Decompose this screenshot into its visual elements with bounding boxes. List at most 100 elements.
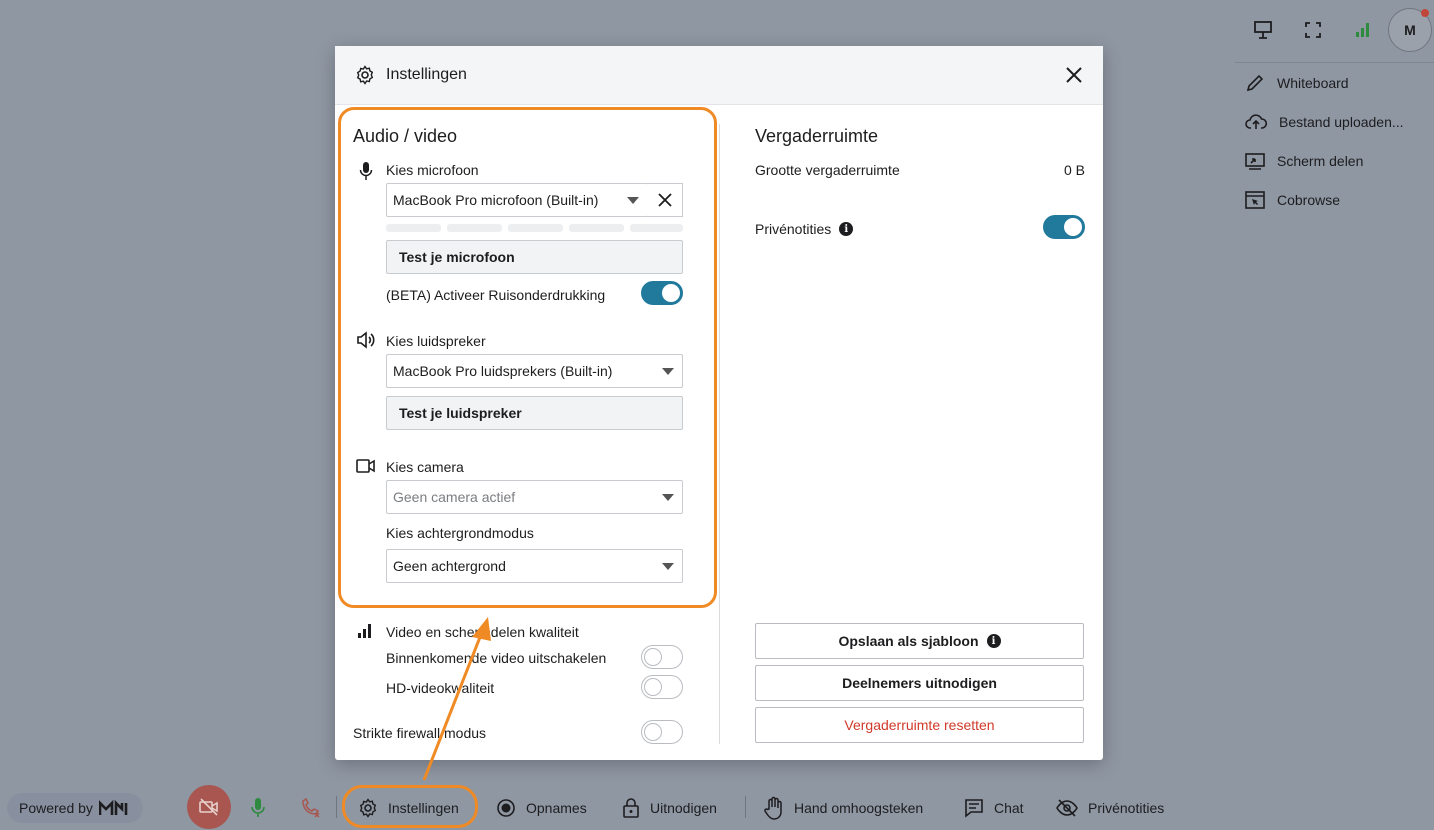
- close-icon[interactable]: [1065, 66, 1083, 84]
- noise-suppression-toggle[interactable]: [641, 281, 683, 305]
- powered-by-label: Powered by: [19, 800, 93, 816]
- side-item-whiteboard[interactable]: Whiteboard: [1235, 63, 1434, 102]
- chevron-down-icon: [627, 197, 639, 204]
- test-microphone-button[interactable]: Test je microfoon: [386, 240, 683, 274]
- mic-level-segment: [447, 224, 502, 232]
- toolbar-divider: [745, 796, 746, 818]
- private-notes-toggle[interactable]: [1043, 215, 1085, 239]
- camera-select-value: Geen camera actief: [393, 489, 516, 505]
- side-item-screen-share[interactable]: Scherm delen: [1235, 141, 1434, 180]
- notification-dot: [1421, 9, 1429, 17]
- info-icon: i: [986, 634, 1001, 648]
- incoming-video-toggle[interactable]: [641, 645, 683, 669]
- toggle-knob: [1064, 218, 1082, 236]
- fullscreen-icon: [1305, 22, 1321, 38]
- room-size-value: 0 B: [1063, 162, 1085, 178]
- test-speaker-button[interactable]: Test je luidspreker: [386, 396, 683, 430]
- firewall-toggle[interactable]: [641, 720, 683, 744]
- private-notes-button[interactable]: Privénotities: [1056, 792, 1164, 824]
- side-menu: Whiteboard Bestand uploaden... Scherm de…: [1235, 62, 1434, 219]
- side-item-upload[interactable]: Bestand uploaden...: [1235, 102, 1434, 141]
- test-microphone-label: Test je microfoon: [399, 249, 515, 265]
- camera-label: Kies camera: [386, 459, 464, 475]
- firewall-label: Strikte firewall modus: [353, 725, 487, 741]
- settings-button[interactable]: Instellingen: [358, 792, 459, 824]
- toggle-knob: [662, 284, 680, 302]
- invite-button[interactable]: Uitnodigen: [622, 792, 717, 824]
- microphone-toggle-button[interactable]: [250, 792, 276, 824]
- record-icon: [497, 799, 515, 817]
- background-mode-label: Kies achtergrondmodus: [386, 525, 534, 541]
- avatar[interactable]: M: [1388, 8, 1432, 52]
- gear-icon: [356, 65, 374, 85]
- speaker-label: Kies luidspreker: [386, 333, 486, 349]
- side-item-label: Scherm delen: [1277, 152, 1364, 169]
- hd-video-toggle[interactable]: [641, 675, 683, 699]
- speaker-icon: [357, 331, 375, 349]
- speaker-select-value: MacBook Pro luidsprekers (Built-in): [393, 363, 613, 379]
- close-icon: [657, 193, 672, 207]
- avatar-initial: M: [1404, 22, 1416, 38]
- pencil-icon: [1246, 74, 1264, 91]
- save-template-button[interactable]: Opslaan als sjabloon i: [755, 623, 1084, 659]
- fullscreen-button[interactable]: [1288, 8, 1338, 52]
- incoming-video-label: Binnenkomende video uitschakelen: [386, 650, 607, 666]
- gear-icon: [359, 798, 377, 818]
- settings-dialog: Instellingen Audio / video Kies microfoo…: [335, 46, 1103, 760]
- hd-video-label: HD-videokwaliteit: [386, 680, 495, 696]
- phone-hangup-icon: [302, 797, 320, 818]
- info-icon[interactable]: i: [839, 222, 854, 236]
- hang-up-button[interactable]: [300, 792, 332, 824]
- top-right-controls: M: [1234, 6, 1434, 54]
- toggle-knob: [644, 648, 662, 666]
- dialog-header: Instellingen: [335, 46, 1103, 105]
- microphone-icon: [359, 162, 373, 180]
- reset-room-button[interactable]: Vergaderruimte resetten: [755, 707, 1084, 743]
- raise-hand-button[interactable]: Hand omhoogsteken: [764, 792, 923, 824]
- invite-participants-button[interactable]: Deelnemers uitnodigen: [755, 665, 1084, 701]
- screen-share-icon: [1245, 152, 1265, 170]
- camera-select[interactable]: Geen camera actief: [386, 480, 683, 514]
- presentation-button[interactable]: [1238, 8, 1288, 52]
- chevron-down-icon: [662, 563, 674, 570]
- side-item-cobrowse[interactable]: Cobrowse: [1235, 180, 1434, 219]
- invite-participants-label: Deelnemers uitnodigen: [842, 675, 997, 691]
- mic-level-segment: [569, 224, 624, 232]
- dialog-title: Instellingen: [386, 66, 467, 83]
- private-notes-row: Privénotities i: [755, 221, 854, 237]
- chat-icon: [965, 799, 983, 818]
- camera-icon: [356, 459, 375, 473]
- raise-hand-label: Hand omhoogsteken: [794, 800, 924, 816]
- speaker-select[interactable]: MacBook Pro luidsprekers (Built-in): [386, 354, 683, 388]
- toggle-knob: [644, 678, 662, 696]
- powered-by-badge[interactable]: Powered by: [7, 793, 143, 823]
- chevron-down-icon: [662, 368, 674, 375]
- invite-label: Uitnodigen: [650, 800, 717, 816]
- clear-microphone-button[interactable]: [647, 183, 683, 217]
- side-item-label: Bestand uploaden...: [1279, 113, 1404, 130]
- camera-toggle-button[interactable]: [187, 785, 231, 829]
- hand-icon: [764, 796, 782, 820]
- reset-room-label: Vergaderruimte resetten: [844, 717, 995, 733]
- toggle-knob: [644, 723, 662, 741]
- test-speaker-label: Test je luidspreker: [399, 405, 522, 421]
- meeting-room-heading: Vergaderruimte: [755, 126, 879, 146]
- recordings-label: Opnames: [526, 800, 587, 816]
- lock-icon: [623, 798, 639, 818]
- mic-level-segment: [630, 224, 683, 232]
- private-notes-setting-label: Privénotities: [755, 221, 832, 237]
- save-template-label: Opslaan als sjabloon: [838, 633, 979, 649]
- meeting-room-section: Vergaderruimte Grootte vergaderruimte 0 …: [755, 106, 1085, 760]
- chat-button[interactable]: Chat: [964, 792, 1024, 824]
- recordings-button[interactable]: Opnames: [496, 792, 587, 824]
- settings-label: Instellingen: [388, 800, 459, 816]
- microphone-select[interactable]: MacBook Pro microfoon (Built-in): [386, 183, 648, 217]
- signal-bars-icon: [1356, 23, 1369, 37]
- camera-off-icon: [199, 798, 218, 816]
- connection-quality-button[interactable]: [1338, 8, 1388, 52]
- room-size-label: Grootte vergaderruimte: [755, 162, 900, 178]
- quality-label: Video en schermdelen kwaliteit: [386, 624, 579, 640]
- cobrowse-icon: [1245, 190, 1265, 209]
- background-mode-select[interactable]: Geen achtergrond: [386, 549, 683, 583]
- chevron-down-icon: [662, 494, 674, 501]
